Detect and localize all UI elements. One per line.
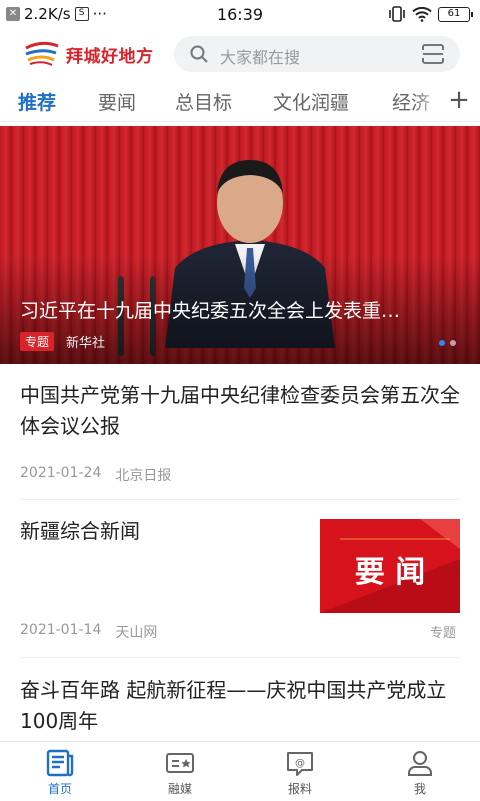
- app-header: 拜城好地方 大家都在搜: [0, 28, 480, 80]
- news-meta: 2021-01-14 天山网: [20, 622, 157, 642]
- news-item[interactable]: 奋斗百年路 起航新征程——庆祝中国共产党成立100周年: [20, 658, 460, 741]
- banner-tag: 专题: [20, 332, 55, 351]
- tab-general-goal[interactable]: 总目标: [175, 88, 232, 115]
- banner-title[interactable]: 习近平在十九届中央纪委五次全会上发表重…: [20, 296, 460, 323]
- banner-source: 新华社: [66, 336, 106, 351]
- carousel-dots: [439, 340, 456, 346]
- search-placeholder: 大家都在搜: [220, 48, 301, 67]
- news-item[interactable]: 中国共产党第十九届中央纪律检查委员会第五次全体会议公报 2021-01-24 北…: [20, 364, 460, 500]
- home-news-icon: [46, 749, 74, 777]
- news-thumbnail: 要 闻: [320, 519, 460, 613]
- search-icon: [190, 45, 208, 63]
- battery-icon: 61: [438, 6, 473, 22]
- carousel-dot: [450, 340, 456, 346]
- wifi-icon: [412, 6, 432, 22]
- carousel-dot-active: [439, 340, 445, 346]
- vibrate-icon: [389, 6, 405, 22]
- nav-media[interactable]: 融媒: [120, 742, 240, 801]
- news-date: 2021-01-14: [20, 622, 102, 638]
- nav-report-label: 报料: [287, 782, 312, 796]
- tab-headline-news[interactable]: 要闻: [98, 88, 136, 115]
- news-source: 北京日报: [115, 468, 172, 484]
- add-channel-icon[interactable]: +: [438, 82, 480, 121]
- media-icon: [166, 753, 194, 773]
- thumbnail-text: 要 闻: [354, 555, 426, 590]
- scan-icon[interactable]: [422, 44, 444, 64]
- banner-meta: 专题 新华社: [20, 332, 105, 351]
- news-item[interactable]: 新疆综合新闻 要 闻 2021-01-14 天山网 专题: [20, 500, 460, 658]
- news-date: 2021-01-24: [20, 465, 102, 481]
- channel-tabs: 推荐 要闻 总目标 文化润疆 经济 +: [0, 82, 480, 122]
- svg-text:@: @: [295, 758, 305, 769]
- news-title: 奋斗百年路 起航新征程——庆祝中国共产党成立100周年: [20, 678, 447, 733]
- status-bar: ✕ 2.2K/s S ··· 16:39 61: [0, 0, 480, 28]
- nav-media-label: 融媒: [167, 782, 192, 796]
- bottom-nav: 首页 融媒 @ 报料 我: [0, 741, 480, 800]
- nav-home[interactable]: 首页: [0, 742, 120, 801]
- nav-me[interactable]: 我: [360, 742, 480, 801]
- news-meta: 2021-01-24 北京日报: [20, 465, 171, 485]
- news-title: 中国共产党第十九届中央纪律检查委员会第五次全体会议公报: [20, 383, 460, 438]
- news-source: 天山网: [115, 625, 158, 641]
- nav-me-label: 我: [413, 782, 426, 796]
- nav-report[interactable]: @ 报料: [240, 742, 360, 801]
- news-tag: 专题: [429, 626, 456, 641]
- tab-culture[interactable]: 文化润疆: [273, 88, 349, 115]
- tab-recommend[interactable]: 推荐: [18, 88, 56, 115]
- search-bar[interactable]: 大家都在搜: [174, 36, 460, 72]
- user-icon: [408, 751, 432, 776]
- news-title: 新疆综合新闻: [20, 519, 140, 543]
- status-right: 61: [388, 6, 473, 22]
- logo-mark-icon: [25, 41, 59, 66]
- nav-home-label: 首页: [47, 782, 72, 796]
- app-logo: 拜城好地方: [22, 40, 154, 68]
- logo-text: 拜城好地方: [66, 46, 154, 67]
- report-icon: @: [287, 752, 313, 776]
- featured-banner[interactable]: 习近平在十九届中央纪委五次全会上发表重… 专题 新华社: [0, 126, 480, 364]
